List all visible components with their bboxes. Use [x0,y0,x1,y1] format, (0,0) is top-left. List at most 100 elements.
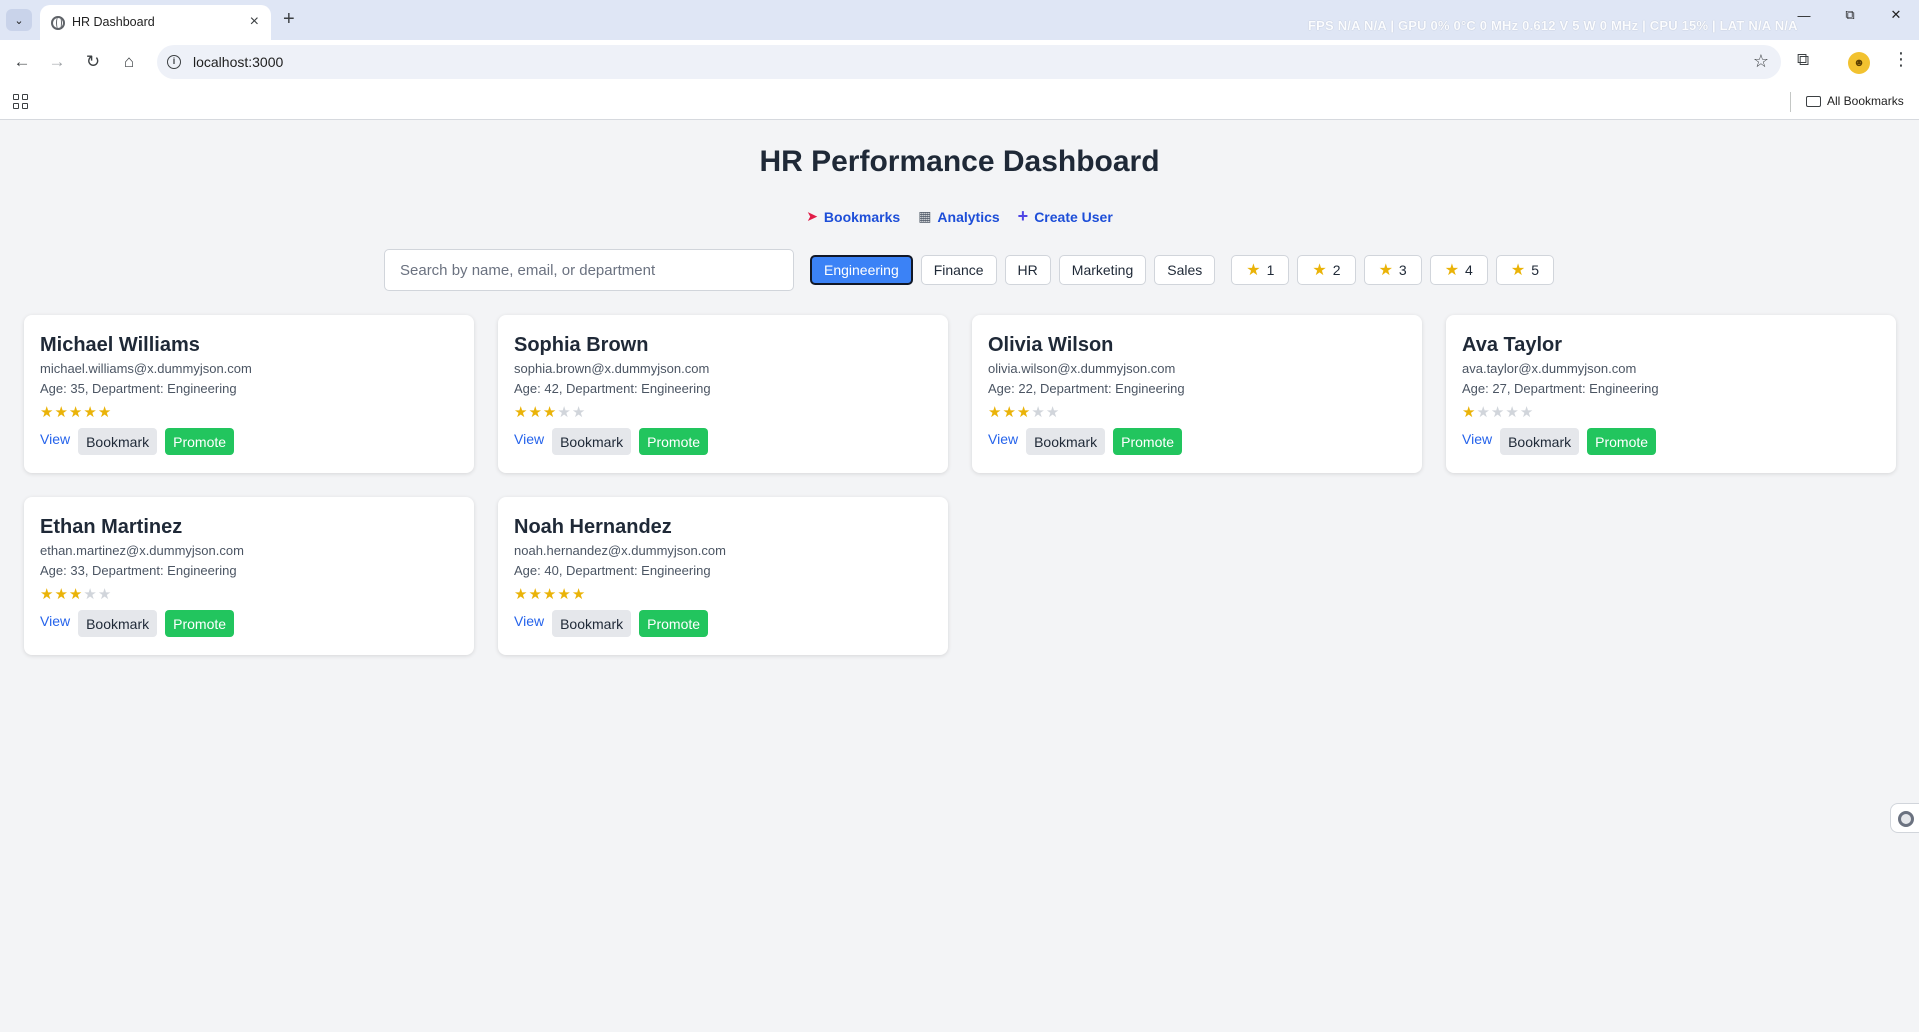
star-filled-icon: ★ [97,404,113,421]
filter-rating-1[interactable]: ★ 1 [1231,255,1290,285]
employee-name: Olivia Wilson [988,334,1114,356]
promote-button[interactable]: Promote [639,428,709,455]
filter-rating-5[interactable]: ★ 5 [1495,255,1554,285]
rating-label: 4 [1465,262,1473,278]
star-filled-icon: ★ [1462,404,1477,421]
reload-icon[interactable]: ↻ [81,50,105,74]
filter-finance[interactable]: Finance [920,255,997,285]
browser-menu-kebab-icon[interactable]: ⋮ [1892,49,1910,70]
bookmark-button[interactable]: Bookmark [1500,428,1580,455]
promote-button[interactable]: Promote [165,610,235,637]
create-user-link[interactable]: + Create User [1018,206,1113,227]
home-icon[interactable]: ⌂ [117,50,141,74]
url-text[interactable]: localhost:3000 [193,54,283,70]
employee-email: olivia.wilson@x.dummyjson.com [988,361,1176,376]
circle-icon [1898,811,1914,827]
filter-sales[interactable]: Sales [1154,255,1216,285]
all-bookmarks-label: All Bookmarks [1827,94,1904,108]
star-empty-icon: ★ [571,404,587,421]
address-bar[interactable]: i localhost:3000 ☆ [157,45,1781,79]
apps-grid-icon[interactable] [13,94,28,109]
employee-meta: Age: 35, Department: Engineering [40,381,237,396]
view-link[interactable]: View [40,613,70,629]
tab-search-chevron-icon[interactable]: ⌄ [6,9,32,31]
bookmark-button[interactable]: Bookmark [552,428,632,455]
bookmark-button[interactable]: Bookmark [78,428,158,455]
star-filled-icon: ★ [988,404,1003,421]
promote-button[interactable]: Promote [1113,428,1183,455]
rating-stars: ★★★★★ [514,585,932,603]
minimize-icon[interactable]: — [1781,0,1827,30]
side-panel-toggle[interactable] [1890,803,1919,833]
bookmark-star-icon[interactable]: ☆ [1753,51,1769,72]
filter-rating-4[interactable]: ★ 4 [1429,255,1488,285]
close-window-icon[interactable]: ✕ [1873,0,1919,30]
filter-hr[interactable]: HR [1004,255,1051,285]
star-icon: ★ [1246,262,1261,279]
back-arrow-icon[interactable]: ← [10,50,34,74]
star-icon: ★ [1312,262,1327,279]
card-actions: View Bookmark Promote [514,610,932,637]
card-actions: View Bookmark Promote [1462,428,1880,455]
view-link[interactable]: View [1462,431,1492,447]
bookmark-button[interactable]: Bookmark [78,610,158,637]
employee-name: Sophia Brown [514,334,649,356]
star-filled-icon: ★ [571,586,587,603]
view-link[interactable]: View [514,431,544,447]
card-actions: View Bookmark Promote [40,610,458,637]
card-actions: View Bookmark Promote [40,428,458,455]
all-bookmarks-button[interactable]: All Bookmarks [1806,94,1904,108]
new-tab-plus-icon[interactable]: + [283,8,295,31]
analytics-link[interactable]: ▦ Analytics [918,206,999,227]
promote-button[interactable]: Promote [165,428,235,455]
star-filled-icon: ★ [40,404,55,421]
view-link[interactable]: View [40,431,70,447]
employee-card: Ethan Martinez ethan.martinez@x.dummyjso… [24,497,474,655]
star-empty-icon: ★ [1519,404,1535,421]
promote-button[interactable]: Promote [1587,428,1657,455]
filter-engineering[interactable]: Engineering [810,255,913,285]
browser-tab[interactable]: HR Dashboard × [40,5,271,40]
rating-label: 3 [1398,262,1407,278]
filter-bar: Engineering Finance HR Marketing Sales ★… [384,249,1554,291]
bookmark-button[interactable]: Bookmark [552,610,632,637]
extensions-puzzle-icon[interactable]: ⧉ [1797,50,1809,70]
star-filled-icon: ★ [514,404,529,421]
pushpin-icon: ➤ [806,208,818,224]
search-input[interactable] [384,249,794,291]
forward-arrow-icon[interactable]: → [45,50,69,74]
bookmarks-link[interactable]: ➤ Bookmarks [806,206,900,227]
filter-marketing[interactable]: Marketing [1058,255,1147,285]
employee-email: sophia.brown@x.dummyjson.com [514,361,710,376]
filter-rating-3[interactable]: ★ 3 [1363,255,1422,285]
window-controls: — ⧉ ✕ [1781,0,1919,30]
browser-tabstrip: ⌄ HR Dashboard × + FPS N/A N/A | GPU 0% … [0,0,1919,40]
bookmark-button[interactable]: Bookmark [1026,428,1106,455]
filter-rating-2[interactable]: ★ 2 [1297,255,1356,285]
employee-meta: Age: 22, Department: Engineering [988,381,1185,396]
star-empty-icon: ★ [97,586,113,603]
view-link[interactable]: View [514,613,544,629]
employee-card: Ava Taylor ava.taylor@x.dummyjson.com Ag… [1446,315,1896,473]
bar-chart-icon: ▦ [918,208,932,224]
bookmarks-divider [1790,92,1791,112]
star-filled-icon: ★ [542,586,558,603]
site-info-icon[interactable]: i [167,55,181,69]
employee-email: ava.taylor@x.dummyjson.com [1462,361,1637,376]
star-empty-icon: ★ [557,404,572,421]
close-tab-icon[interactable]: × [250,13,259,31]
employee-card: Olivia Wilson olivia.wilson@x.dummyjson.… [972,315,1422,473]
promote-button[interactable]: Promote [639,610,709,637]
employee-meta: Age: 33, Department: Engineering [40,563,237,578]
folder-icon [1806,95,1821,107]
star-filled-icon: ★ [83,404,98,421]
employee-card: Sophia Brown sophia.brown@x.dummyjson.co… [498,315,948,473]
restore-icon[interactable]: ⧉ [1827,0,1873,30]
globe-icon [51,16,65,30]
star-filled-icon: ★ [68,586,84,603]
employee-card: Michael Williams michael.williams@x.dumm… [24,315,474,473]
rating-stars: ★★★★★ [514,403,932,421]
profile-avatar-icon[interactable]: ☻ [1848,52,1870,74]
star-filled-icon: ★ [40,586,55,603]
view-link[interactable]: View [988,431,1018,447]
